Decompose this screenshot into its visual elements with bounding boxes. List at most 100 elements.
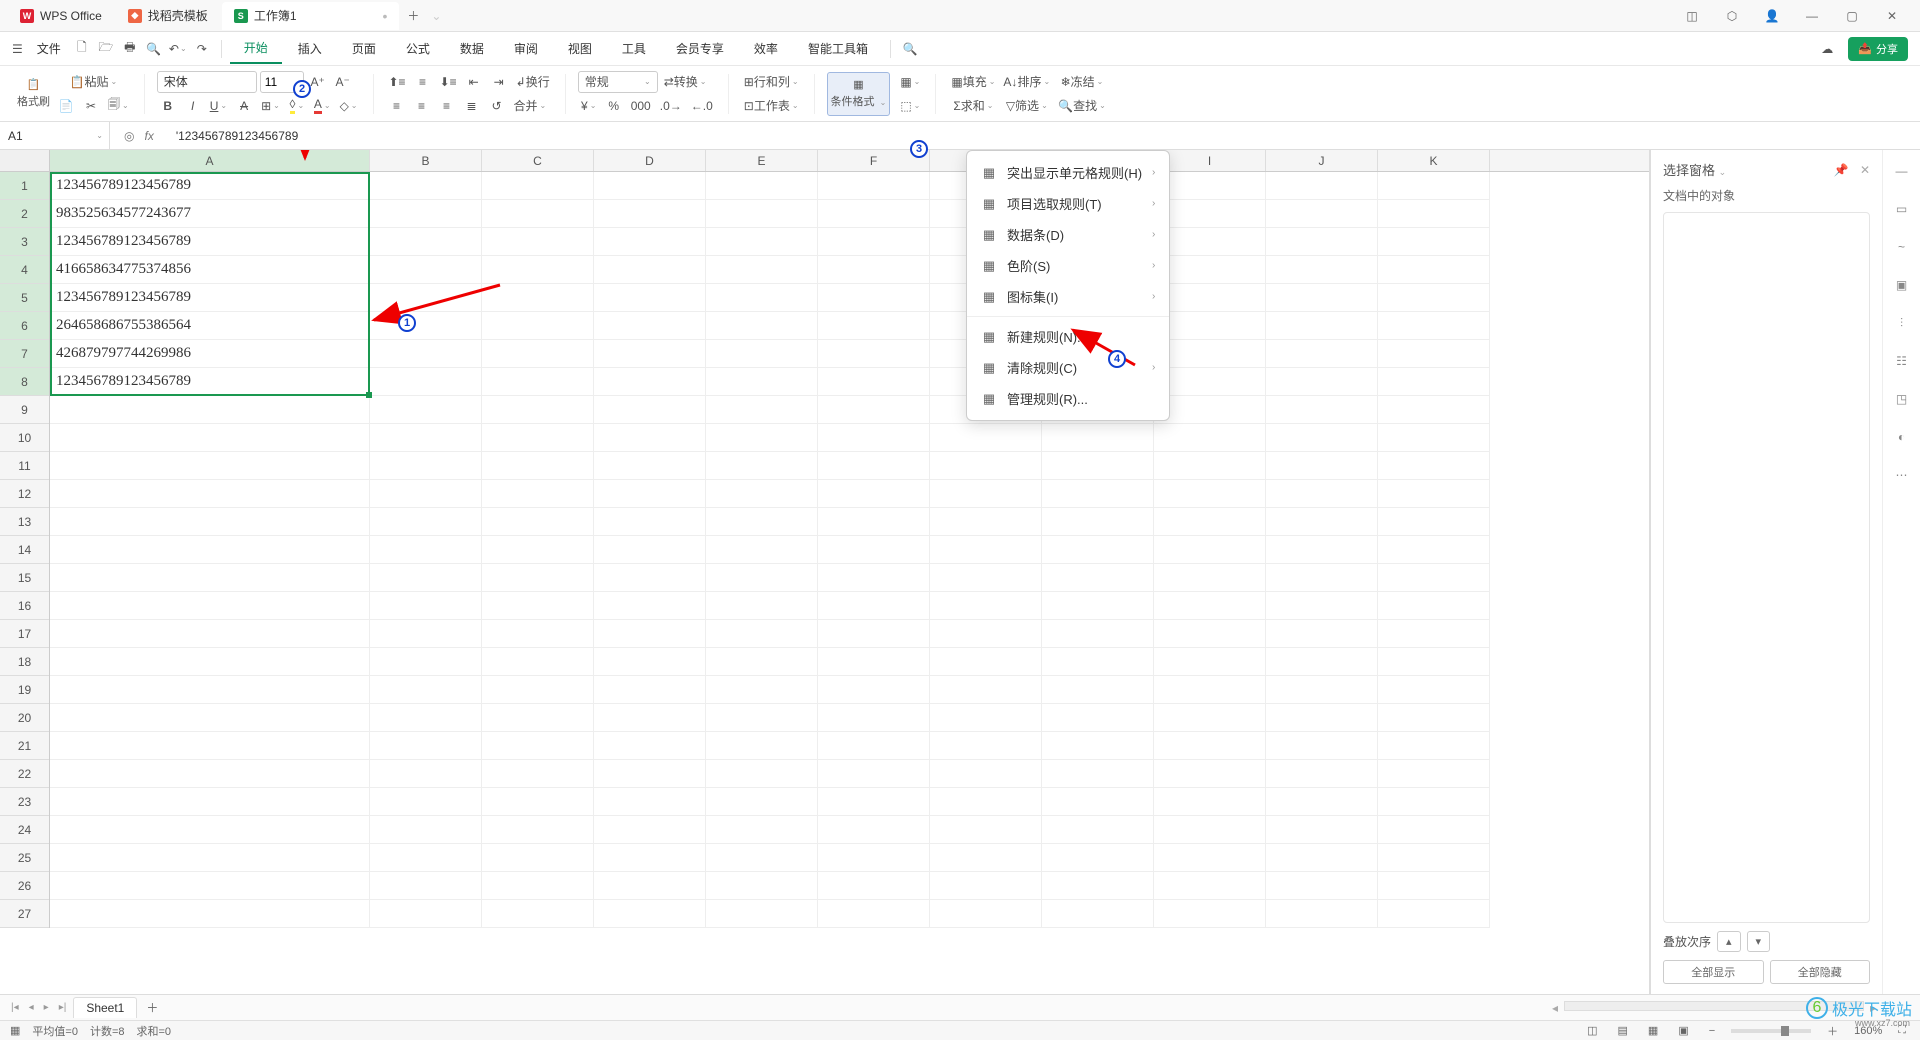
cell-A16[interactable] [50,592,370,620]
cell-E16[interactable] [706,592,818,620]
cell-H22[interactable] [1042,760,1154,788]
conditional-format-button[interactable]: ▦条件格式 ⌄ [827,72,891,116]
cell-C23[interactable] [482,788,594,816]
cell-E8[interactable] [706,368,818,396]
cell-A12[interactable] [50,480,370,508]
row-header-17[interactable]: 17 [0,620,49,648]
cell-C12[interactable] [482,480,594,508]
cell-I25[interactable] [1154,844,1266,872]
bold-button[interactable]: B [157,95,179,117]
cell-C27[interactable] [482,900,594,928]
close-button[interactable]: ✕ [1872,2,1912,30]
row-header-24[interactable]: 24 [0,816,49,844]
menu-insert[interactable]: 插入 [284,34,336,63]
cell-B5[interactable] [370,284,482,312]
cell-D26[interactable] [594,872,706,900]
cell-B10[interactable] [370,424,482,452]
freeze-button[interactable]: ❄ 冻结⌄ [1055,71,1109,93]
cell-B1[interactable] [370,172,482,200]
view-normal-icon[interactable]: ◫ [1583,1024,1601,1037]
cell-H20[interactable] [1042,704,1154,732]
cell-J14[interactable] [1266,536,1378,564]
cell-D3[interactable] [594,228,706,256]
mode-icon[interactable]: ▦ [10,1024,20,1037]
cell-B13[interactable] [370,508,482,536]
row-header-8[interactable]: 8 [0,368,49,396]
row-header-3[interactable]: 3 [0,228,49,256]
cell-A22[interactable] [50,760,370,788]
cell-E3[interactable] [706,228,818,256]
cell-F23[interactable] [818,788,930,816]
cell-G18[interactable] [930,648,1042,676]
cell-I27[interactable] [1154,900,1266,928]
worksheet-button[interactable]: ⊡ 工作表⌄ [741,95,802,117]
cell-B12[interactable] [370,480,482,508]
cell-I10[interactable] [1154,424,1266,452]
cell-K2[interactable] [1378,200,1490,228]
cell-D24[interactable] [594,816,706,844]
cell-D16[interactable] [594,592,706,620]
ctx-清除规则(C)[interactable]: ▦清除规则(C)› [967,352,1169,383]
sum-button[interactable]: Σ 求和⌄ [948,95,998,117]
sheet-tab-1[interactable]: Sheet1 [73,997,137,1018]
align-center-button[interactable]: ≡ [411,95,433,117]
cell-D17[interactable] [594,620,706,648]
ctx-管理规则(R)...[interactable]: ▦管理规则(R)... [967,383,1169,414]
new-icon[interactable]: 🗋 [71,38,93,59]
cell-A13[interactable] [50,508,370,536]
cell-I12[interactable] [1154,480,1266,508]
cell-B25[interactable] [370,844,482,872]
settings-icon[interactable]: ☷ [1891,350,1913,372]
cell-J22[interactable] [1266,760,1378,788]
cell-K25[interactable] [1378,844,1490,872]
cell-C15[interactable] [482,564,594,592]
cell-H24[interactable] [1042,816,1154,844]
cell-A23[interactable] [50,788,370,816]
cell-E23[interactable] [706,788,818,816]
cell-G19[interactable] [930,676,1042,704]
zoom-slider[interactable] [1731,1029,1811,1033]
help-icon[interactable]: ◐ [1891,426,1913,448]
cell-D4[interactable] [594,256,706,284]
menu-smarttools[interactable]: 智能工具箱 [794,34,882,63]
cell-B20[interactable] [370,704,482,732]
clipboard-dropdown[interactable]: 🗐⌄ [105,95,132,117]
cell-A25[interactable] [50,844,370,872]
cell-K8[interactable] [1378,368,1490,396]
cell-K4[interactable] [1378,256,1490,284]
cell-G16[interactable] [930,592,1042,620]
row-header-12[interactable]: 12 [0,480,49,508]
cell-I23[interactable] [1154,788,1266,816]
cell-H18[interactable] [1042,648,1154,676]
row-header-6[interactable]: 6 [0,312,49,340]
table-style-button[interactable]: ▦⌄ [897,71,923,93]
cell-D7[interactable] [594,340,706,368]
format-painter-button[interactable]: 📋格式刷 [14,72,53,116]
cell-E7[interactable] [706,340,818,368]
cell-F25[interactable] [818,844,930,872]
cell-F20[interactable] [818,704,930,732]
cell-D20[interactable] [594,704,706,732]
cell-G13[interactable] [930,508,1042,536]
cell-A5[interactable]: 123456789123456789 [50,284,370,312]
cell-E26[interactable] [706,872,818,900]
cell-F14[interactable] [818,536,930,564]
cell-J23[interactable] [1266,788,1378,816]
minimize-button[interactable]: — [1792,2,1832,30]
wrap-text-button[interactable]: ↲ 换行 [513,71,553,93]
increase-decimal-button[interactable]: .0→ [657,95,685,117]
hide-all-button[interactable]: 全部隐藏 [1770,960,1871,984]
ctx-图标集(I)[interactable]: ▦图标集(I)› [967,281,1169,312]
comma-button[interactable]: 000 [628,95,654,117]
scroll-left-icon[interactable]: ◂ [1546,1001,1564,1015]
cell-D22[interactable] [594,760,706,788]
cell-F22[interactable] [818,760,930,788]
cell-D21[interactable] [594,732,706,760]
cell-A6[interactable]: 264658686755386564 [50,312,370,340]
row-header-25[interactable]: 25 [0,844,49,872]
cell-E22[interactable] [706,760,818,788]
cell-I1[interactable] [1154,172,1266,200]
cell-E4[interactable] [706,256,818,284]
cell-A15[interactable] [50,564,370,592]
cell-K18[interactable] [1378,648,1490,676]
